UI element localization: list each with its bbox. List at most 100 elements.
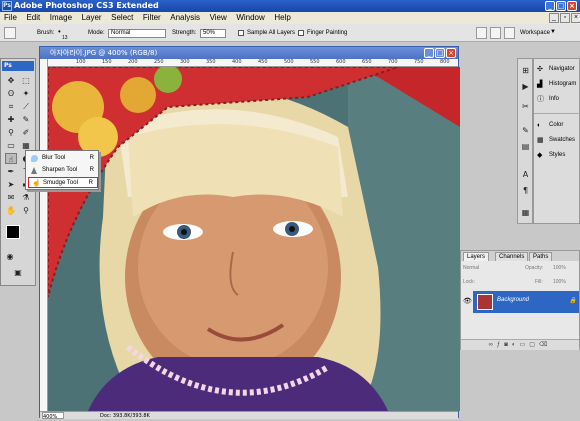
menu-bar: File Edit Image Layer Select Filter Anal… [0,12,580,24]
brush-preview-icon[interactable]: • [58,27,61,36]
doc-minimize-button[interactable]: _ [549,13,559,23]
dock-icon[interactable] [490,27,501,39]
sample-all-layers-checkbox[interactable] [238,30,244,36]
history-panel-icon[interactable]: ⊞ [520,65,531,76]
document-size-info: Doc: 393.8K/393.8K [100,413,150,419]
hand-tool-icon[interactable]: ✋ [5,205,17,216]
doc-win-minimize-button[interactable]: _ [424,48,434,58]
adjustment-layer-icon[interactable]: ◐ [512,342,520,348]
pen-tool-icon[interactable]: ✒ [5,166,17,177]
paragraph-panel-icon[interactable]: ¶ [520,185,531,196]
ruler-label: 550 [310,59,320,65]
brush-tool-icon[interactable]: ✎ [20,114,32,125]
menu-help[interactable]: Help [274,13,290,22]
layer-name: Background [497,297,530,303]
panel-swatches[interactable]: ▦ Swatches [536,134,580,147]
panel-navigator[interactable]: ✣ Navigator [536,63,580,76]
doc-close-button[interactable]: × [571,13,580,23]
eraser-tool-icon[interactable]: ▭ [5,140,17,151]
flyout-item-blur[interactable]: Blur Tool R [28,153,98,164]
mode-label: Mode: [88,30,105,36]
eyedropper-tool-icon[interactable]: ⚗ [20,192,32,203]
menu-layer[interactable]: Layer [82,13,102,22]
clone-source-icon[interactable]: ▤ [520,141,531,152]
slice-tool-icon[interactable]: ⟋ [20,101,32,112]
path-selection-tool-icon[interactable]: ➤ [5,179,17,190]
layer-mask-icon[interactable]: ◙ [504,342,512,348]
fill-input[interactable]: 100% [553,279,566,285]
crop-tool-icon[interactable]: ⌗ [5,101,17,112]
minimize-button[interactable]: _ [545,1,555,11]
layers-panel-footer: ∞ƒ◙◐▭▢⌫ [461,339,579,350]
panel-styles[interactable]: ◆ Styles [536,149,580,162]
panel-label: Navigator [549,66,575,72]
menu-filter[interactable]: Filter [143,13,161,22]
toolbox-badge: Ps [2,61,34,71]
app-title-bar: Ps Adobe Photoshop CS3 Extended _ □ × [0,0,580,12]
image-canvas[interactable] [48,67,460,411]
panel-info[interactable]: ⓘ Info [536,93,580,106]
strength-input[interactable]: 50% [200,29,226,38]
smudge-tool-icon[interactable]: ☝ [5,153,17,164]
ruler-label: 300 [180,59,190,65]
menu-file[interactable]: File [4,13,17,22]
tool-presets-icon[interactable]: ✂ [520,101,531,112]
mode-select[interactable]: Normal [108,29,166,38]
foreground-color-swatch[interactable] [6,225,20,239]
link-layers-icon[interactable]: ∞ [489,342,497,348]
layer-comps-icon[interactable]: ▦ [520,207,531,218]
layer-row-background[interactable]: Background 🔒 [473,291,579,313]
move-tool-icon[interactable]: ✥ [5,75,17,86]
doc-win-close-button[interactable]: × [446,48,456,58]
zoom-tool-icon[interactable]: ⚲ [20,205,32,216]
layer-thumbnail [477,294,493,310]
doc-restore-button[interactable]: ▫ [560,13,570,23]
menu-edit[interactable]: Edit [26,13,40,22]
healing-brush-tool-icon[interactable]: ✚ [5,114,17,125]
history-brush-tool-icon[interactable]: ✐ [20,127,32,138]
eye-icon[interactable]: 👁 [463,297,472,305]
blend-mode-select[interactable]: Normal [463,265,479,271]
magic-wand-tool-icon[interactable]: ✦ [20,88,32,99]
menu-window[interactable]: Window [236,13,264,22]
clone-stamp-tool-icon[interactable]: ⚲ [5,127,17,138]
new-group-icon[interactable]: ▭ [520,342,530,348]
ruler-label: 700 [388,59,398,65]
lasso-tool-icon[interactable]: ʘ [5,88,17,99]
maximize-button[interactable]: □ [556,1,566,11]
flyout-item-sharpen[interactable]: Sharpen Tool R [28,165,98,176]
finger-painting-label: Finger Painting [307,30,348,36]
flyout-item-smudge[interactable]: ☝ Smudge Tool R [28,177,98,188]
opacity-input[interactable]: 100% [553,265,566,271]
ruler-label: 450 [258,59,268,65]
palette-icon[interactable] [476,27,487,39]
tab-layers[interactable]: Layers [463,252,490,261]
marquee-tool-icon[interactable]: ⬚ [20,75,32,86]
character-panel-icon[interactable]: A [520,169,531,180]
swatches-icon: ▦ [537,137,544,144]
actions-panel-icon[interactable]: ▶ [520,81,531,92]
new-layer-icon[interactable]: ▢ [529,342,539,348]
menu-select[interactable]: Select [111,13,133,22]
menu-view[interactable]: View [210,13,227,22]
finger-painting-checkbox[interactable] [298,30,304,36]
screen-mode-icon[interactable]: ▣ [12,267,24,278]
tab-channels[interactable]: Channels [495,252,529,261]
panel-histogram[interactable]: ▟ Histogram [536,78,580,91]
brushes-icon[interactable] [504,27,515,39]
navigator-icon: ✣ [537,66,543,73]
doc-win-maximize-button[interactable]: □ [435,48,445,58]
tool-preset-picker[interactable] [4,27,16,39]
tab-paths[interactable]: Paths [529,252,553,261]
panel-color[interactable]: ◐ Color [536,119,580,132]
brushes-panel-icon[interactable]: ✎ [520,125,531,136]
delete-layer-icon[interactable]: ⌫ [539,342,551,348]
document-window: 아자아라이.JPG @ 400% (RGB/8) _ □ × 100 150 2… [39,46,460,420]
notes-tool-icon[interactable]: ✉ [5,192,17,203]
menu-analysis[interactable]: Analysis [170,13,200,22]
menu-image[interactable]: Image [50,13,72,22]
close-button[interactable]: × [567,1,577,11]
flyout-item-shortcut: R [89,167,94,173]
workspace-button[interactable]: Workspace [520,30,550,36]
quick-mask-icon[interactable]: ◉ [4,251,16,262]
